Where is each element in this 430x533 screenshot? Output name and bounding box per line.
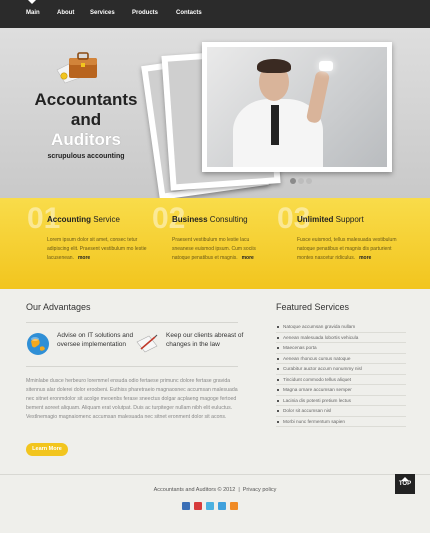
featured-item[interactable]: Maecenas porta xyxy=(276,343,406,354)
hero-photo xyxy=(202,42,392,172)
person-hair xyxy=(257,59,291,73)
featured-item[interactable]: Curabitur auctor accum nonummy nisl xyxy=(276,364,406,375)
service-text: Lorem ipsum dolor sit amet, consec tetur… xyxy=(47,237,147,261)
hero-title-line-3: Auditors xyxy=(51,130,121,149)
advantage-text: Keep our clients abreast of changes in t… xyxy=(166,332,244,348)
featured-item[interactable]: Aenean malesuada lobortis vehicula xyxy=(276,333,406,343)
featured-list: Natoque accumsan gravida nullam Aenean m… xyxy=(276,322,406,427)
featured-item[interactable]: Aenean rhoncus cursus natoque xyxy=(276,354,406,364)
service-more-link[interactable]: more xyxy=(359,255,371,261)
footer-text: Accountants and Auditors © 2012 | Privacy … xyxy=(0,487,430,493)
skype-icon[interactable] xyxy=(218,502,226,510)
advantage-text: Advise on IT solutions and oversee imple… xyxy=(57,332,134,348)
nav-item-main[interactable]: Main xyxy=(26,10,40,16)
divider xyxy=(26,366,238,367)
delicious-icon[interactable] xyxy=(194,502,202,510)
service-card: 03 Unlimited Support Fusce euismod, tell… xyxy=(277,198,402,289)
active-nav-marker xyxy=(28,0,36,4)
footer-divider xyxy=(0,474,430,475)
rss-icon[interactable] xyxy=(182,502,190,510)
hero-title-line-2: and xyxy=(70,110,102,129)
pen-document-icon xyxy=(136,334,158,353)
service-title: Business Consulting xyxy=(172,215,248,224)
social-links xyxy=(182,502,238,510)
advantage-item: Advise on IT solutions and oversee imple… xyxy=(26,330,136,360)
slider-dot-2[interactable] xyxy=(298,178,304,184)
service-more-link[interactable]: more xyxy=(242,255,254,261)
service-title: Accounting Service xyxy=(47,215,120,224)
globe-icon xyxy=(27,333,49,355)
services-band: 01 Accounting Service Lorem ipsum dolor … xyxy=(0,198,430,289)
featured-item[interactable]: Lacinia dis potenti pretium lectus xyxy=(276,396,406,406)
advantages-title: Our Advantages xyxy=(26,302,91,312)
privacy-policy-link[interactable]: Privacy policy xyxy=(243,487,277,493)
nav-item-contacts[interactable]: Contacts xyxy=(176,10,202,16)
service-title: Unlimited Support xyxy=(297,215,364,224)
copyright-text: Accountants and Auditors © 2012 xyxy=(153,487,236,493)
slider-dot-3[interactable] xyxy=(306,178,312,184)
nav-item-services[interactable]: Services xyxy=(90,10,115,16)
featured-item[interactable]: Tincidunt commodo tellus aliquet xyxy=(276,375,406,385)
service-card: 01 Accounting Service Lorem ipsum dolor … xyxy=(27,198,152,289)
divider xyxy=(26,322,238,323)
service-more-link[interactable]: more xyxy=(78,255,90,261)
slider-dot-1[interactable] xyxy=(290,178,296,184)
nav-item-products[interactable]: Products xyxy=(132,10,158,16)
hero-banner: Accountants and Auditors scrupulous acco… xyxy=(0,28,430,200)
twitter-icon[interactable] xyxy=(206,502,214,510)
featured-item[interactable]: Magna ornare accumsan semper xyxy=(276,385,406,396)
service-card: 02 Business Consulting Praesent vestibul… xyxy=(152,198,277,289)
featured-item[interactable]: Natoque accumsan gravida nullam xyxy=(276,322,406,333)
hero-tagline: scrupulous accounting xyxy=(47,153,125,160)
service-text: Fusce euismod, tellus malesuada vestibul… xyxy=(297,237,397,261)
briefcase-icon xyxy=(56,52,97,84)
blogger-icon[interactable] xyxy=(230,502,238,510)
footer-separator: | xyxy=(238,487,240,493)
nav-item-about[interactable]: About xyxy=(57,10,74,16)
hero-title-line-1: Accountants xyxy=(34,90,138,109)
featured-item[interactable]: Dolor sit accumsan nisl xyxy=(276,406,406,417)
advantage-item: Keep our clients abreast of changes in t… xyxy=(135,330,245,360)
hero-title: Accountants and Auditors xyxy=(22,90,150,150)
touch-glow xyxy=(319,61,333,71)
hero-photo-stack xyxy=(141,40,398,200)
advantages-paragraph: Mminlabe dusce herbeuro loremmel ensuda … xyxy=(26,378,238,420)
featured-item[interactable]: Morbi nunc fermentum sapien xyxy=(276,417,406,427)
service-text: Praesent vestibulum mo lestie lacu snean… xyxy=(172,237,256,261)
slider-pagination xyxy=(290,178,312,184)
learn-more-button[interactable]: Learn More xyxy=(26,443,68,456)
person-arm xyxy=(305,70,331,124)
featured-title: Featured Services xyxy=(276,302,350,312)
person-tie xyxy=(271,105,279,145)
top-navigation: Main About Services Products Contacts xyxy=(0,0,430,28)
